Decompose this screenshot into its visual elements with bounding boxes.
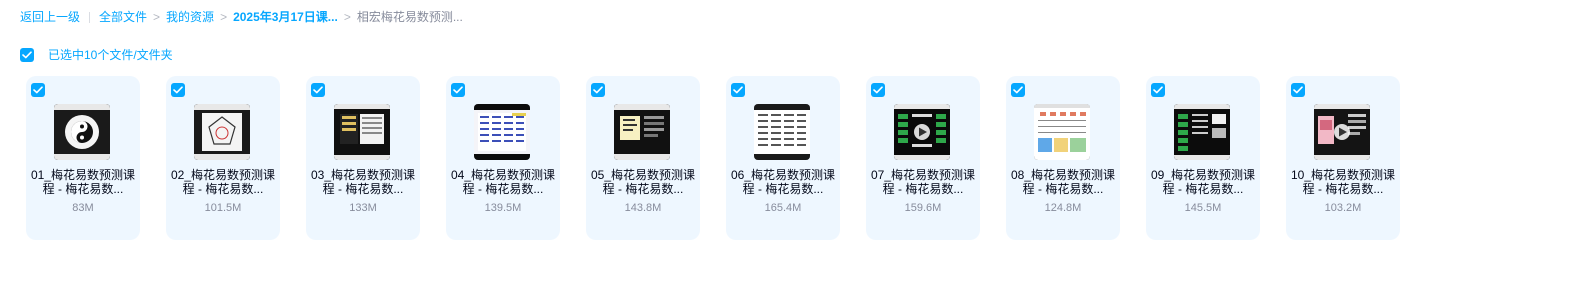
chevron-right-icon: > <box>343 10 351 24</box>
chevron-right-icon: > <box>220 10 228 24</box>
file-card[interactable]: 09_梅花易数预测课程 - 梅花易数... 145.5M <box>1146 76 1260 240</box>
checkbox-checked-icon[interactable] <box>20 48 34 62</box>
file-name[interactable]: 10_梅花易数预测课程 - 梅花易数... <box>1290 168 1396 196</box>
file-card[interactable]: 02_梅花易数预测课程 - 梅花易数... 101.5M <box>166 76 280 240</box>
file-card[interactable]: 01_梅花易数预测课程 - 梅花易数... 83M <box>26 76 140 240</box>
file-card[interactable]: 05_梅花易数预测课程 - 梅花易数... 143.8M <box>586 76 700 240</box>
video-thumbnail-icon[interactable] <box>474 104 530 160</box>
file-grid: 01_梅花易数预测课程 - 梅花易数... 83M 02_梅花易数预测课程 - 梅花… <box>26 76 1426 240</box>
file-name[interactable]: 07_梅花易数预测课程 - 梅花易数... <box>870 168 976 196</box>
video-thumbnail-icon[interactable] <box>1034 104 1090 160</box>
video-thumbnail-icon[interactable] <box>334 104 390 160</box>
file-name[interactable]: 08_梅花易数预测课程 - 梅花易数... <box>1010 168 1116 196</box>
file-card[interactable]: 06_梅花易数预测课程 - 梅花易数... 165.4M <box>726 76 840 240</box>
file-size: 139.5M <box>484 202 522 214</box>
file-name[interactable]: 01_梅花易数预测课程 - 梅花易数... <box>30 168 136 196</box>
file-card[interactable]: 07_梅花易数预测课程 - 梅花易数... 159.6M <box>866 76 980 240</box>
file-size: 83M <box>72 202 94 214</box>
file-name[interactable]: 04_梅花易数预测课程 - 梅花易数... <box>450 168 556 196</box>
file-size: 159.6M <box>904 202 942 214</box>
checkbox-checked-icon[interactable] <box>871 83 885 97</box>
file-size: 165.4M <box>764 202 802 214</box>
video-thumbnail-icon[interactable] <box>54 104 110 160</box>
file-card[interactable]: 08_梅花易数预测课程 - 梅花易数... 124.8M <box>1006 76 1120 240</box>
checkbox-checked-icon[interactable] <box>1291 83 1305 97</box>
checkbox-checked-icon[interactable] <box>1151 83 1165 97</box>
checkbox-checked-icon[interactable] <box>1011 83 1025 97</box>
video-thumbnail-icon[interactable] <box>894 104 950 160</box>
video-thumbnail-icon[interactable] <box>1314 104 1370 160</box>
checkbox-checked-icon[interactable] <box>31 83 45 97</box>
file-size: 133M <box>349 202 377 214</box>
file-size: 101.5M <box>204 202 242 214</box>
checkbox-checked-icon[interactable] <box>311 83 325 97</box>
back-link[interactable]: 返回上一级 <box>20 9 80 25</box>
breadcrumb: 返回上一级 全部文件 > 我的资源 > 2025年3月17日课... > 相宏梅… <box>20 9 463 25</box>
breadcrumb-current: 相宏梅花易数预测... <box>356 10 463 24</box>
file-size: 145.5M <box>1184 202 1222 214</box>
file-card[interactable]: 10_梅花易数预测课程 - 梅花易数... 103.2M <box>1286 76 1400 240</box>
file-name[interactable]: 06_梅花易数预测课程 - 梅花易数... <box>730 168 836 196</box>
video-thumbnail-icon[interactable] <box>614 104 670 160</box>
breadcrumb-divider <box>89 11 91 23</box>
chevron-right-icon: > <box>153 10 161 24</box>
file-name[interactable]: 05_梅花易数预测课程 - 梅花易数... <box>590 168 696 196</box>
select-all-toggle[interactable]: 已选中10个文件/文件夹 <box>20 48 173 62</box>
file-card[interactable]: 03_梅花易数预测课程 - 梅花易数... 133M <box>306 76 420 240</box>
video-thumbnail-icon[interactable] <box>1174 104 1230 160</box>
file-size: 103.2M <box>1324 202 1362 214</box>
selection-count-label: 已选中10个文件/文件夹 <box>48 48 173 62</box>
breadcrumb-my-resources[interactable]: 我的资源 <box>166 9 214 25</box>
video-thumbnail-icon[interactable] <box>754 104 810 160</box>
checkbox-checked-icon[interactable] <box>171 83 185 97</box>
checkbox-checked-icon[interactable] <box>731 83 745 97</box>
file-size: 124.8M <box>1044 202 1082 214</box>
checkbox-checked-icon[interactable] <box>451 83 465 97</box>
file-card[interactable]: 04_梅花易数预测课程 - 梅花易数... 139.5M <box>446 76 560 240</box>
breadcrumb-course-folder[interactable]: 2025年3月17日课... <box>233 9 338 25</box>
checkbox-checked-icon[interactable] <box>591 83 605 97</box>
file-name[interactable]: 02_梅花易数预测课程 - 梅花易数... <box>170 168 276 196</box>
file-name[interactable]: 03_梅花易数预测课程 - 梅花易数... <box>310 168 416 196</box>
breadcrumb-all-files[interactable]: 全部文件 <box>99 9 147 25</box>
file-size: 143.8M <box>624 202 662 214</box>
file-name[interactable]: 09_梅花易数预测课程 - 梅花易数... <box>1150 168 1256 196</box>
video-thumbnail-icon[interactable] <box>194 104 250 160</box>
